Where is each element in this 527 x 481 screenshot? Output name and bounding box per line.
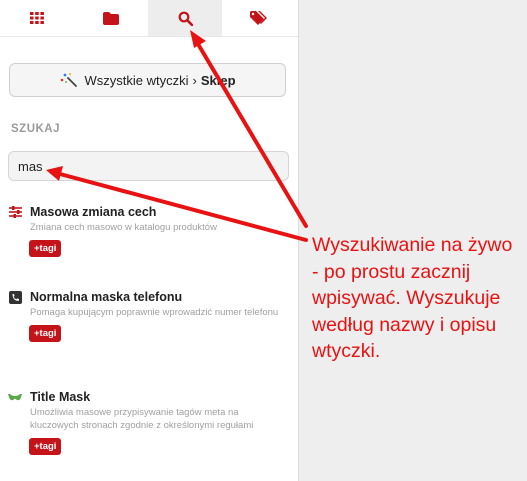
arrow-to-search-input <box>46 166 308 242</box>
arrow-to-search-tab <box>190 30 308 228</box>
annotation-arrows <box>46 30 308 242</box>
